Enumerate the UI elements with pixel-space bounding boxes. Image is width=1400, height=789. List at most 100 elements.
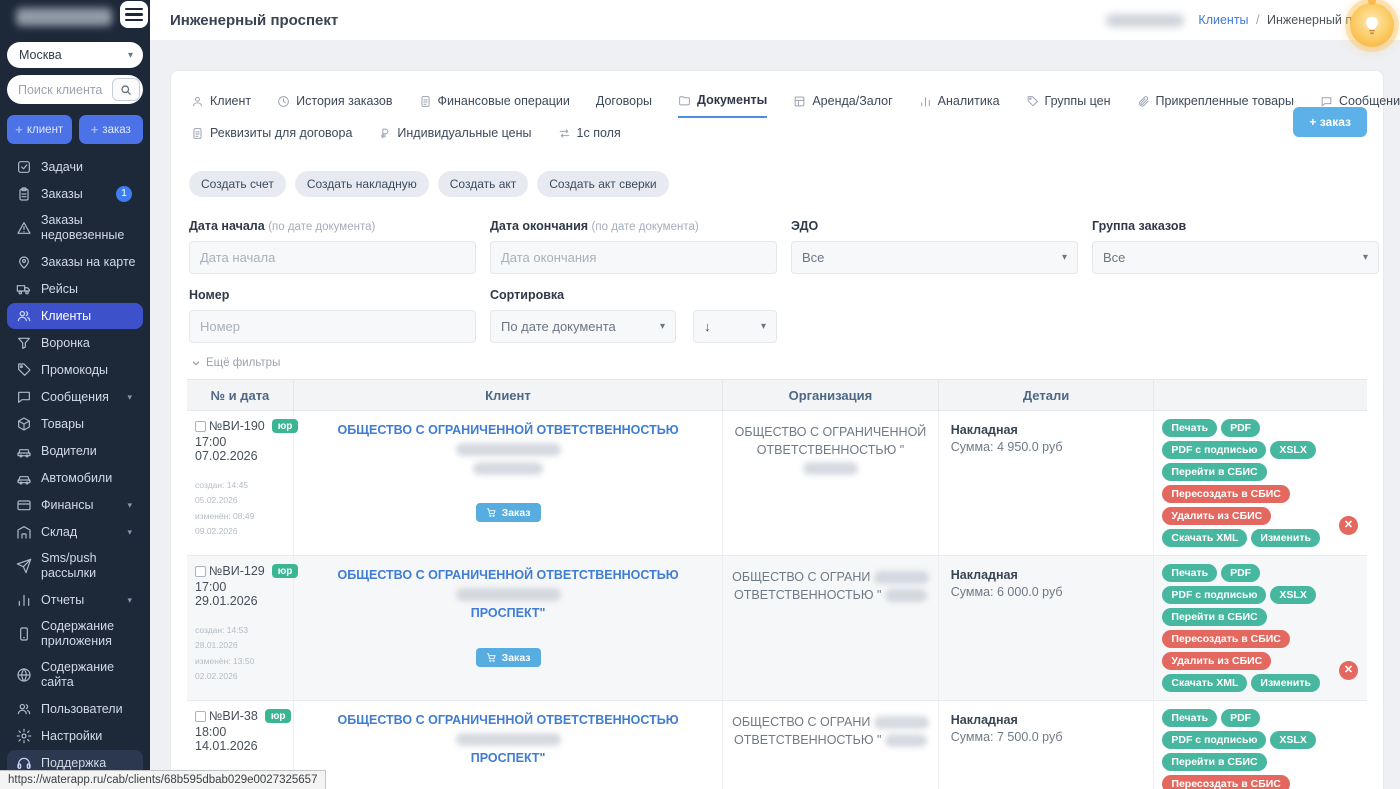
box-icon [16, 416, 32, 432]
action-button-pdf[interactable]: PDF [1221, 419, 1260, 437]
tab-аренда-залог[interactable]: Аренда/Залог [793, 94, 892, 117]
sidebar-item-склад[interactable]: Склад▾ [7, 519, 143, 545]
action-button-пересоздать-в-сбис[interactable]: Пересоздать в СБИС [1162, 485, 1290, 503]
sidebar-item-финансы[interactable]: Финансы▾ [7, 492, 143, 518]
action-button-пересоздать-в-сбис[interactable]: Пересоздать в СБИС [1162, 775, 1290, 789]
action-button-pdf-с-подписью[interactable]: PDF с подписью [1162, 441, 1266, 459]
help-lightbulb-button[interactable] [1350, 3, 1394, 47]
action-button-печать[interactable]: Печать [1162, 709, 1217, 727]
tab-история-заказов[interactable]: История заказов [277, 94, 392, 117]
document-datetime: 18:00 14.01.2026 [195, 725, 285, 753]
sort-select[interactable]: По дате документа ▾ [490, 310, 676, 343]
file-icon [419, 95, 432, 108]
users-icon [16, 308, 32, 324]
create-button-создать-акт-сверки[interactable]: Создать акт сверки [537, 171, 668, 197]
action-button-перейти-в-сбис[interactable]: Перейти в СБИС [1162, 753, 1266, 771]
sidebar-item-водители[interactable]: Водители [7, 438, 143, 464]
add-client-button[interactable]: + клиент [7, 115, 72, 144]
new-order-button[interactable]: + заказ [1293, 107, 1367, 137]
sidebar-item-воронка[interactable]: Воронка [7, 330, 143, 356]
number-input[interactable]: Номер [189, 310, 476, 343]
breadcrumb-clients-link[interactable]: Клиенты [1198, 13, 1248, 27]
tab-реквизиты-для-договора[interactable]: Реквизиты для договора [191, 126, 352, 149]
action-button-удалить-из-сбис[interactable]: Удалить из СБИС [1162, 652, 1271, 670]
client-name-link[interactable]: ОБЩЕСТВО С ОГРАНИЧЕННОЙ ОТВЕТСТВЕННОСТЬЮ… [302, 711, 714, 767]
action-button-удалить-из-сбис[interactable]: Удалить из СБИС [1162, 507, 1271, 525]
action-button-xslx[interactable]: XSLX [1270, 441, 1315, 459]
action-button-изменить[interactable]: Изменить [1251, 529, 1320, 547]
organization-name: ОБЩЕСТВО С ОГРАНИ ОТВЕТСТВЕННОСТЬЮ " [732, 715, 929, 747]
tab-прикрепленные-товары[interactable]: Прикрепленные товары [1137, 94, 1294, 117]
sidebar-item-заказы-на-карте[interactable]: Заказы на карте [7, 249, 143, 275]
action-button-печать[interactable]: Печать [1162, 564, 1217, 582]
document-number: №ВИ-190 [209, 419, 265, 433]
organization-name: ОБЩЕСТВО С ОГРАНИ ОТВЕТСТВЕННОСТЬЮ " [732, 570, 929, 602]
row-checkbox[interactable] [195, 566, 206, 577]
tab-индивидуальные-цены[interactable]: Индивидуальные цены [378, 126, 531, 149]
more-filters-toggle[interactable]: Ещё фильтры [191, 357, 1367, 369]
sort-direction-select[interactable]: ↓ ▾ [693, 310, 777, 343]
sidebar: Москва ▾ Поиск клиента + клиент + заказ … [0, 0, 150, 789]
action-button-pdf[interactable]: PDF [1221, 564, 1260, 582]
sidebar-item-содержание-сайта[interactable]: Содержание сайта [7, 655, 143, 695]
tab-1с-поля[interactable]: 1с поля [558, 126, 621, 149]
action-button-печать[interactable]: Печать [1162, 419, 1217, 437]
sidebar-item-sms-push-рассылки[interactable]: Sms/push рассылки [7, 546, 143, 586]
action-button-пересоздать-в-сбис[interactable]: Пересоздать в СБИС [1162, 630, 1290, 648]
sidebar-item-товары[interactable]: Товары [7, 411, 143, 437]
action-button-xslx[interactable]: XSLX [1270, 731, 1315, 749]
action-button-xslx[interactable]: XSLX [1270, 586, 1315, 604]
action-button-скачать-xml[interactable]: Скачать XML [1162, 674, 1247, 692]
sidebar-item-автомобили[interactable]: Автомобили [7, 465, 143, 491]
table-row: №ВИ-38юр18:00 14.01.2026создан: 16:40 14… [187, 701, 1367, 789]
sidebar-item-клиенты[interactable]: Клиенты [7, 303, 143, 329]
order-group-select[interactable]: Все ▾ [1092, 241, 1379, 274]
tab-договоры[interactable]: Договоры [596, 94, 652, 117]
sidebar-item-промокоды[interactable]: Промокоды [7, 357, 143, 383]
sidebar-item-пользователи[interactable]: Пользователи [7, 696, 143, 722]
sidebar-item-сообщения[interactable]: Сообщения▾ [7, 384, 143, 410]
row-checkbox[interactable] [195, 711, 206, 722]
tab-документы[interactable]: Документы [678, 93, 767, 118]
edo-select[interactable]: Все ▾ [791, 241, 1078, 274]
sidebar-item-заказы-недовезенные[interactable]: Заказы недовезенные [7, 208, 143, 248]
legal-entity-badge: юр [265, 709, 292, 723]
client-search-input[interactable]: Поиск клиента [7, 75, 143, 104]
action-button-pdf-с-подписью[interactable]: PDF с подписью [1162, 731, 1266, 749]
add-order-button[interactable]: + заказ [79, 115, 144, 144]
tab-финансовые-операции[interactable]: Финансовые операции [419, 94, 570, 117]
client-name-link[interactable]: ОБЩЕСТВО С ОГРАНИЧЕННОЙ ОТВЕТСТВЕННОСТЬЮ… [302, 566, 714, 622]
action-button-перейти-в-сбис[interactable]: Перейти в СБИС [1162, 608, 1266, 626]
tab-клиент[interactable]: Клиент [191, 94, 251, 117]
order-button[interactable]: Заказ [476, 648, 541, 667]
blurred-text [885, 734, 927, 747]
action-button-pdf-с-подписью[interactable]: PDF с подписью [1162, 586, 1266, 604]
create-button-создать-акт[interactable]: Создать акт [438, 171, 529, 197]
delete-document-button[interactable]: ✕ [1339, 661, 1358, 680]
delete-document-button[interactable]: ✕ [1339, 516, 1358, 535]
date-end-input[interactable]: Дата окончания [490, 241, 777, 274]
sidebar-item-настройки[interactable]: Настройки [7, 723, 143, 749]
action-button-изменить[interactable]: Изменить [1251, 674, 1320, 692]
create-button-создать-счет[interactable]: Создать счет [189, 171, 286, 197]
sidebar-item-задачи[interactable]: Задачи [7, 154, 143, 180]
city-select[interactable]: Москва ▾ [7, 42, 143, 68]
action-button-перейти-в-сбис[interactable]: Перейти в СБИС [1162, 463, 1266, 481]
hamburger-menu-icon[interactable] [120, 1, 148, 28]
sidebar-item-рейсы[interactable]: Рейсы [7, 276, 143, 302]
search-button[interactable] [112, 78, 140, 101]
row-checkbox[interactable] [195, 421, 206, 432]
sidebar-item-отчеты[interactable]: Отчеты▾ [7, 587, 143, 613]
date-start-input[interactable]: Дата начала [189, 241, 476, 274]
date-start-hint: (по дате документа) [268, 221, 375, 233]
client-name-link[interactable]: ОБЩЕСТВО С ОГРАНИЧЕННОЙ ОТВЕТСТВЕННОСТЬЮ [302, 421, 714, 477]
sidebar-item-заказы[interactable]: Заказы1 [7, 181, 143, 207]
tab-группы-цен[interactable]: Группы цен [1026, 94, 1111, 117]
order-button[interactable]: Заказ [476, 503, 541, 522]
sidebar-item-содержание-приложения[interactable]: Содержание приложения [7, 614, 143, 654]
create-button-создать-накладную[interactable]: Создать накладную [295, 171, 429, 197]
breadcrumb-separator: / [1256, 13, 1259, 27]
action-button-скачать-xml[interactable]: Скачать XML [1162, 529, 1247, 547]
tab-аналитика[interactable]: Аналитика [919, 94, 1000, 117]
action-button-pdf[interactable]: PDF [1221, 709, 1260, 727]
